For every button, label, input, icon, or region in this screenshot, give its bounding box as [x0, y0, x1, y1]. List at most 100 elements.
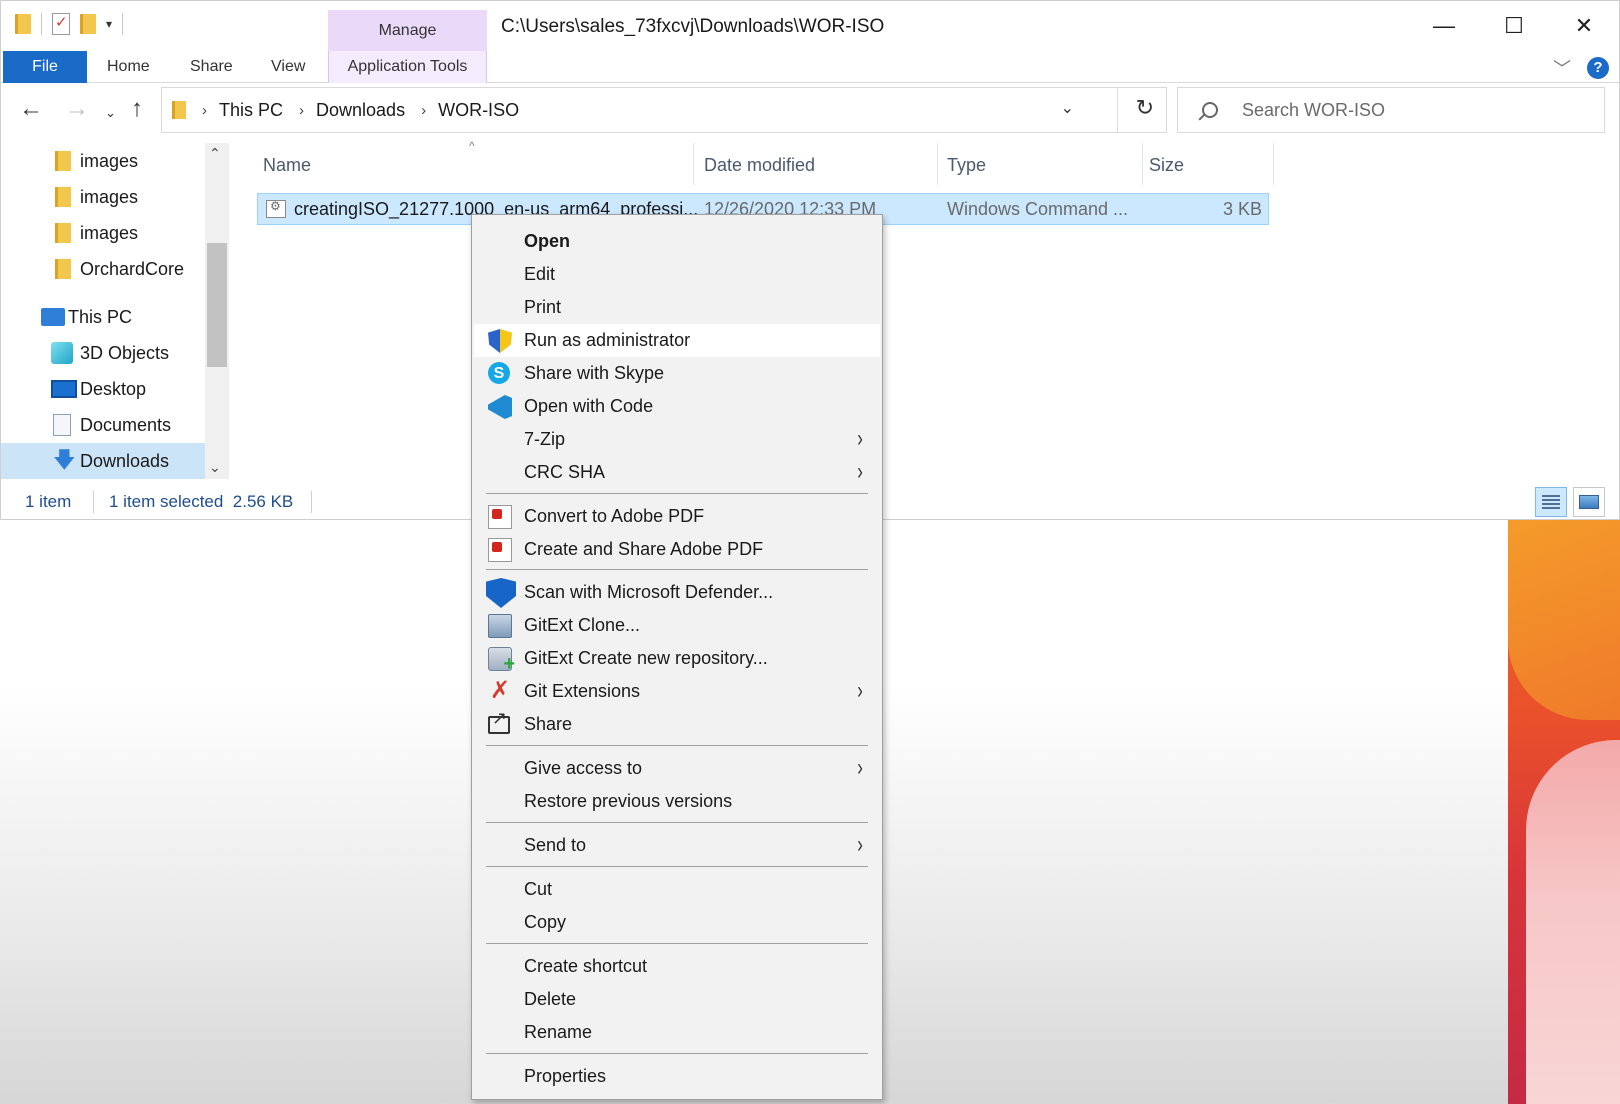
tab-share[interactable]: Share: [190, 51, 233, 83]
breadcrumb-wor-iso[interactable]: WOR-ISO: [438, 100, 519, 121]
nav-item-documents[interactable]: Documents: [1, 407, 205, 443]
menu-item-rename[interactable]: Rename: [474, 1016, 880, 1049]
chevron-down-icon[interactable]: ⌄: [1061, 98, 1074, 118]
nav-pane-scrollbar[interactable]: ⌃ ⌄: [205, 143, 229, 479]
column-divider[interactable]: [693, 143, 694, 185]
menu-item-share[interactable]: Share: [474, 708, 880, 741]
chevron-right-icon[interactable]: ›: [299, 102, 304, 119]
customize-toolbar-icon[interactable]: ▾: [106, 17, 112, 31]
large-icons-view-button[interactable]: [1573, 487, 1605, 517]
menu-item-open-with-code[interactable]: Open with Code: [474, 390, 880, 423]
breadcrumb-this-pc[interactable]: This PC: [219, 100, 283, 121]
address-bar[interactable]: › This PC › Downloads › WOR-ISO ⌄ ↻: [161, 87, 1167, 133]
menu-item-properties[interactable]: Properties: [474, 1060, 880, 1093]
nav-item-orchardcore[interactable]: OrchardCore: [1, 251, 205, 287]
menu-item-label: Open with Code: [524, 396, 654, 416]
forward-arrow-icon[interactable]: →: [65, 95, 89, 123]
minimize-button[interactable]: —: [1409, 1, 1479, 51]
menu-item-git-extensions[interactable]: ✗ Git Extensions ›: [474, 675, 880, 708]
menu-separator: [486, 1053, 868, 1054]
nav-item-downloads[interactable]: 🡇 Downloads: [1, 443, 205, 479]
menu-item-label: Scan with Microsoft Defender...: [524, 582, 774, 602]
desktop-icon: [51, 380, 77, 398]
menu-item-gitext-clone[interactable]: GitExt Clone...: [474, 609, 880, 642]
menu-item-give-access-to[interactable]: Give access to ›: [474, 752, 880, 785]
help-icon[interactable]: ?: [1587, 57, 1609, 79]
menu-item-label: GitExt Create new repository...: [524, 648, 768, 668]
menu-item-crc-sha[interactable]: CRC SHA ›: [474, 456, 880, 489]
column-divider[interactable]: [937, 143, 938, 185]
menu-item-gitext-create-repository[interactable]: GitExt Create new repository...: [474, 642, 880, 676]
menu-item-label: Create and Share Adobe PDF: [524, 539, 764, 559]
column-header-date-modified[interactable]: Date modified: [704, 143, 815, 185]
tab-application-tools[interactable]: Application Tools: [328, 51, 487, 83]
menu-item-delete[interactable]: Delete: [474, 983, 880, 1016]
chevron-right-icon[interactable]: ›: [202, 102, 207, 119]
divider: [93, 491, 94, 513]
chevron-up-icon[interactable]: ⌃: [209, 145, 221, 162]
tab-home[interactable]: Home: [107, 51, 150, 83]
chevron-right-icon[interactable]: ›: [421, 102, 426, 119]
menu-item-create-shortcut[interactable]: Create shortcut: [474, 950, 880, 983]
close-button[interactable]: ✕: [1549, 1, 1619, 51]
item-count: 1 item: [25, 492, 72, 511]
column-header-size[interactable]: Size: [1149, 143, 1184, 185]
nav-item-label: OrchardCore: [80, 258, 185, 279]
nav-item-images[interactable]: images: [1, 179, 205, 215]
nav-item-desktop[interactable]: Desktop: [1, 371, 205, 407]
details-view-button[interactable]: [1535, 487, 1567, 517]
adobe-pdf-share-icon: [488, 538, 512, 562]
maximize-button[interactable]: ☐: [1479, 1, 1549, 51]
scrollbar-thumb[interactable]: [207, 243, 227, 367]
breadcrumb-downloads[interactable]: Downloads: [316, 100, 405, 121]
menu-item-print[interactable]: Print: [474, 291, 880, 324]
menu-item-restore-previous-versions[interactable]: Restore previous versions: [474, 785, 880, 818]
menu-item-share-with-skype[interactable]: S Share with Skype: [474, 357, 880, 390]
menu-item-label: Rename: [524, 1022, 593, 1042]
menu-item-label: GitExt Clone...: [524, 615, 641, 635]
menu-item-cut[interactable]: Cut: [474, 873, 880, 906]
refresh-icon[interactable]: ↻: [1136, 95, 1154, 121]
file-type: Windows Command ...: [947, 199, 1129, 219]
chevron-down-icon[interactable]: ⌄: [209, 459, 221, 476]
expand-ribbon-icon[interactable]: ﹀: [1553, 55, 1571, 81]
search-placeholder: Search WOR-ISO: [1242, 99, 1386, 120]
submenu-arrow-icon: ›: [857, 425, 863, 452]
navigation-pane: images images images OrchardCore This PC…: [1, 143, 229, 479]
column-divider[interactable]: [1273, 143, 1274, 185]
window-title: C:\Users\sales_73fxcvj\Downloads\WOR-ISO: [501, 16, 885, 37]
gitext-repo-icon: [488, 647, 515, 676]
menu-item-edit[interactable]: Edit: [474, 258, 880, 291]
tab-view[interactable]: View: [271, 51, 305, 83]
menu-separator: [486, 822, 868, 823]
properties-icon[interactable]: [52, 13, 70, 35]
nav-item-images[interactable]: images: [1, 143, 205, 179]
tab-file[interactable]: File: [3, 51, 87, 83]
menu-item-open[interactable]: Open: [474, 225, 880, 258]
menu-item-7-zip[interactable]: 7-Zip ›: [474, 423, 880, 456]
menu-item-scan-with-defender[interactable]: Scan with Microsoft Defender...: [474, 576, 880, 609]
column-header-type[interactable]: Type: [947, 143, 986, 185]
nav-item-3d-objects[interactable]: 3D Objects: [1, 335, 205, 371]
back-arrow-icon[interactable]: ←: [19, 95, 43, 123]
menu-item-run-as-administrator[interactable]: Run as administrator: [474, 324, 880, 357]
menu-item-label: Copy: [524, 912, 567, 932]
search-input[interactable]: Search WOR-ISO: [1177, 87, 1605, 133]
menu-item-label: Run as administrator: [524, 330, 691, 350]
recent-locations-icon[interactable]: ⌄: [105, 105, 116, 121]
downloads-icon: 🡇: [53, 447, 76, 472]
menu-item-convert-to-adobe-pdf[interactable]: Convert to Adobe PDF: [474, 500, 880, 533]
menu-item-create-share-adobe-pdf[interactable]: Create and Share Adobe PDF: [474, 533, 880, 566]
menu-item-copy[interactable]: Copy: [474, 906, 880, 939]
new-folder-icon[interactable]: [80, 14, 96, 34]
column-header-name[interactable]: Name: [263, 143, 311, 185]
folder-icon[interactable]: [15, 14, 31, 34]
menu-item-label: Create shortcut: [524, 956, 648, 976]
menu-item-send-to[interactable]: Send to ›: [474, 829, 880, 862]
nav-item-label: images: [80, 222, 139, 243]
desktop-wallpaper: [1508, 520, 1620, 1104]
up-arrow-icon[interactable]: ↑: [131, 95, 143, 123]
nav-item-images[interactable]: images: [1, 215, 205, 251]
nav-item-this-pc[interactable]: This PC: [1, 299, 205, 335]
column-divider[interactable]: [1142, 143, 1143, 185]
